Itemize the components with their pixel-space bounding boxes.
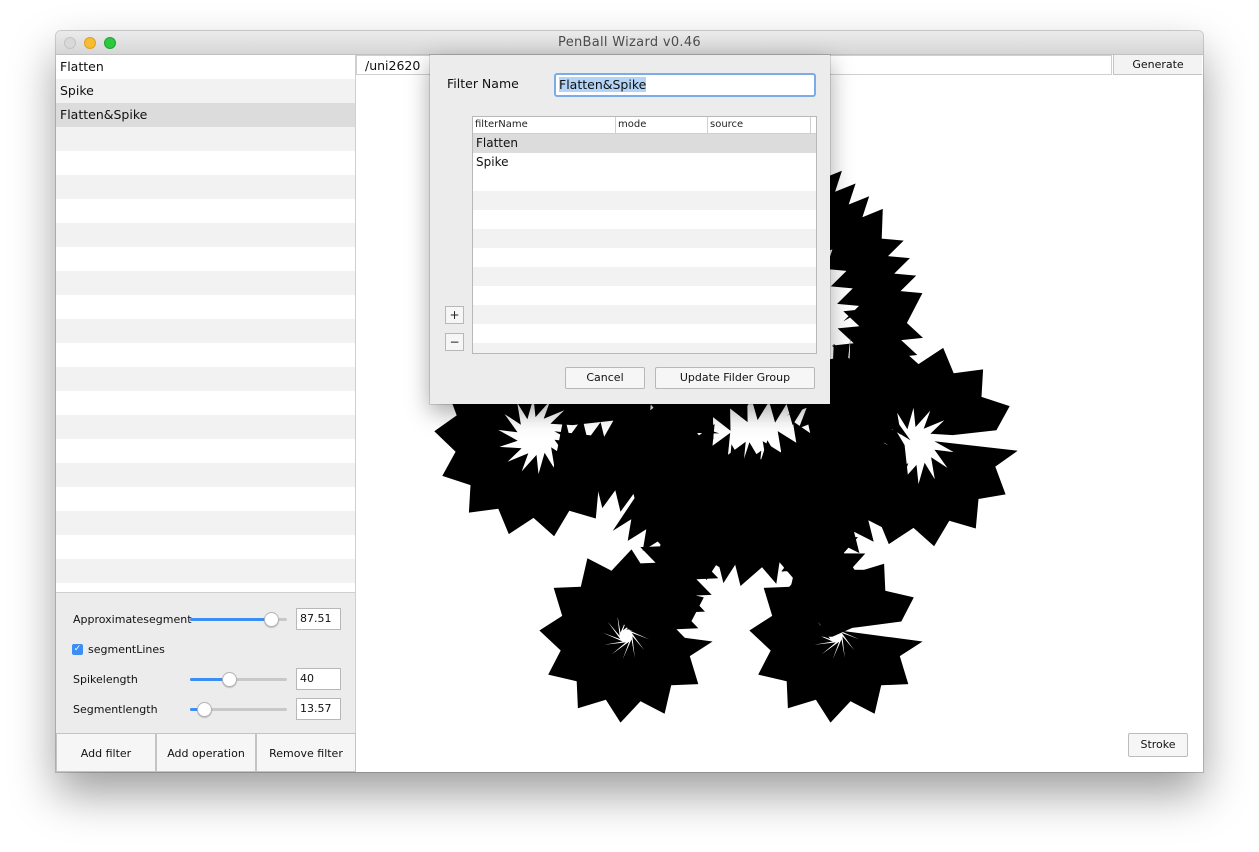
segment-length-label: Segmentlength [73,703,158,716]
filter-list-empty-row [56,463,355,487]
segment-length-slider[interactable] [190,702,287,717]
table-empty-row [473,248,816,267]
filter-list-empty-row [56,391,355,415]
filter-list-empty-row [56,199,355,223]
spike-length-label: Spikelength [73,673,138,686]
table-header: filterName mode source [473,117,816,134]
segment-lines-checkbox[interactable]: ✓ [72,644,83,655]
filter-list-empty-row [56,439,355,463]
filter-list-empty-row [56,367,355,391]
filter-name-label: Filter Name [447,76,519,91]
spike-length-slider-knob[interactable] [221,672,237,687]
filter-list-item-spike[interactable]: Spike [56,79,355,103]
filter-list-empty-row [56,511,355,535]
remove-row-button[interactable]: − [445,333,464,351]
segment-length-field[interactable]: 13.57 [296,698,341,720]
approx-segment-slider-fill [190,618,272,621]
filter-list-empty-row [56,535,355,559]
generate-button[interactable]: Generate [1113,55,1202,75]
table-row[interactable]: Flatten [473,134,816,153]
remove-filter-button[interactable]: Remove filter [256,733,356,772]
segment-lines-label: segmentLines [88,643,165,656]
approx-segment-slider[interactable] [190,612,287,627]
stroke-button[interactable]: Stroke [1128,733,1188,757]
filter-list-empty-row [56,319,355,343]
approx-segment-label: Approximatesegment [73,613,192,626]
table-empty-row [473,267,816,286]
column-header-mode[interactable]: mode [616,117,708,133]
table-empty-row [473,305,816,324]
filter-list-empty-row [56,223,355,247]
filter-list-empty-row [56,295,355,319]
filter-parameters-panel: Approximatesegment 87.51 ✓ segmentLines … [56,592,356,733]
filter-list-empty-row [56,415,355,439]
table-empty-row [473,286,816,305]
filter-list-empty-row [56,127,355,151]
table-empty-row [473,229,816,248]
spike-length-field[interactable]: 40 [296,668,341,690]
add-filter-button[interactable]: Add filter [56,733,156,772]
filter-list-empty-row [56,559,355,583]
spike-length-slider[interactable] [190,672,287,687]
approx-segment-slider-knob[interactable] [264,612,280,627]
table-empty-row [473,210,816,229]
filter-list-empty-row [56,247,355,271]
segment-length-slider-knob[interactable] [196,702,212,717]
filter-list-empty-row [56,175,355,199]
filter-list[interactable]: Flatten Spike Flatten&Spike [56,55,356,623]
filter-list-empty-row [56,487,355,511]
add-operation-button[interactable]: Add operation [156,733,256,772]
filter-list-empty-row [56,151,355,175]
table-empty-row [473,191,816,210]
filter-list-empty-row [56,343,355,367]
filter-list-empty-row [56,271,355,295]
window-title: PenBall Wizard v0.46 [558,35,701,50]
table-empty-row [473,324,816,343]
filter-name-value: Flatten&Spike [559,77,647,92]
cancel-button[interactable]: Cancel [565,367,645,389]
approx-segment-field[interactable]: 87.51 [296,608,341,630]
filter-list-item-flatten-spike[interactable]: Flatten&Spike [56,103,355,127]
filter-name-input[interactable]: Flatten&Spike [554,73,816,97]
table-empty-row [473,172,816,191]
table-empty-row [473,343,816,353]
title-bar[interactable]: PenBall Wizard v0.46 [56,31,1203,55]
filter-group-dialog: Filter Name Flatten&Spike filterName mod… [430,55,830,404]
filter-actions-bar: Add filter Add operation Remove filter [56,733,356,772]
column-header-source[interactable]: source [708,117,811,133]
add-row-button[interactable]: + [445,306,464,324]
filter-list-item-flatten[interactable]: Flatten [56,55,355,79]
filter-group-table[interactable]: filterName mode source Flatten Spike [472,116,817,354]
column-header-filtername[interactable]: filterName [473,117,616,133]
update-filter-group-button[interactable]: Update Filder Group [655,367,815,389]
table-row[interactable]: Spike [473,153,816,172]
